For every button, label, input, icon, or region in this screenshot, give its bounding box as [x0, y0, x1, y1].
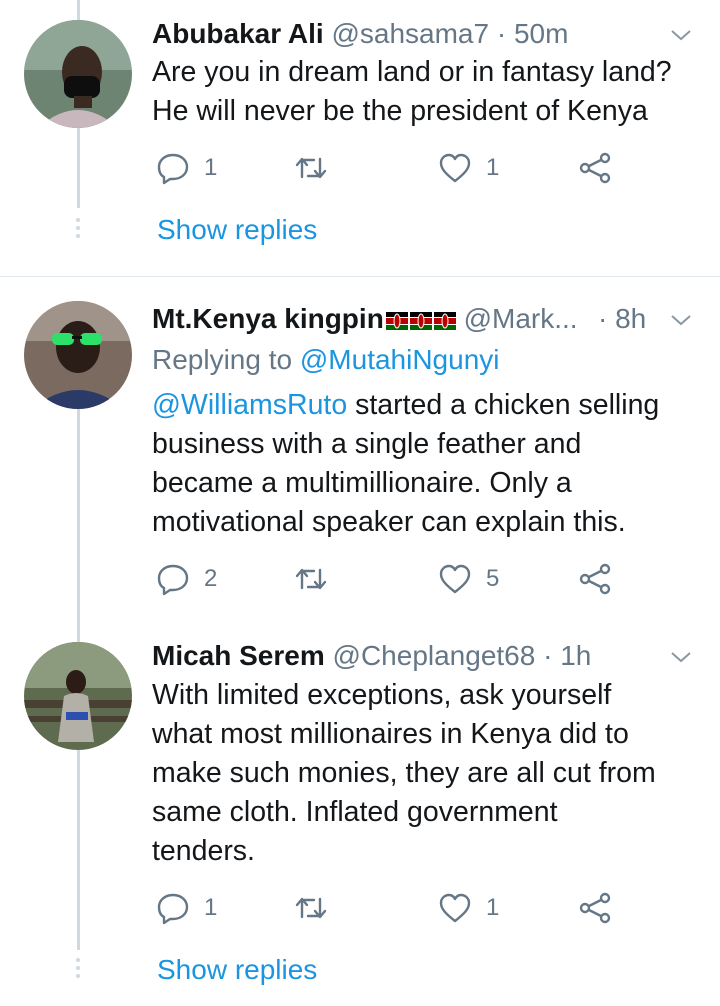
tweet-line: what most millionaires in Kenya did to: [152, 718, 629, 750]
chevron-down-icon[interactable]: [670, 24, 692, 46]
share-button[interactable]: [578, 148, 612, 188]
share-icon: [579, 563, 611, 595]
timestamp[interactable]: · 50m: [497, 18, 569, 49]
reply-button[interactable]: 2: [156, 559, 217, 599]
like-button[interactable]: 1: [438, 148, 499, 188]
reply-count: 1: [204, 154, 218, 181]
chevron-down-icon[interactable]: [670, 309, 692, 331]
share-icon: [579, 152, 611, 184]
tweet-line: tenders.: [152, 835, 255, 867]
tweet-line: He will never be the president of Kenya: [152, 95, 648, 127]
reply-button[interactable]: 1: [156, 148, 217, 188]
heart-icon: [439, 564, 471, 594]
author-handle[interactable]: @sahsama7: [331, 18, 489, 49]
tweet-line: Are you in dream land or in fantasy land…: [152, 56, 672, 88]
reply-count: 1: [204, 894, 218, 921]
share-button[interactable]: [578, 888, 612, 928]
tweet-line: became a multimillionaire. Only a: [152, 467, 572, 499]
kenya-flag-icon: [385, 312, 408, 330]
tweet-line: make such monies, they are all cut from: [152, 757, 656, 789]
reply-button[interactable]: 1: [156, 888, 217, 928]
like-count: 5: [486, 565, 500, 592]
kenya-flag-icon: [409, 312, 432, 330]
author-name[interactable]: Micah Serem: [152, 640, 325, 671]
chevron-down-icon[interactable]: [670, 646, 692, 668]
tweet-text: @WilliamsRuto started a chicken selling …: [152, 386, 702, 542]
thread-line: [77, 750, 80, 950]
mention-link[interactable]: @WilliamsRuto: [152, 389, 347, 421]
share-icon: [579, 892, 611, 924]
tweet-line: @WilliamsRuto started a chicken selling: [152, 386, 702, 425]
tweet-line: With limited exceptions, ask yourself: [152, 679, 612, 711]
thread-dots: [75, 218, 81, 242]
retweet-button[interactable]: [294, 888, 342, 928]
replying-to: Replying to @MutahiNgunyi: [152, 342, 500, 378]
show-replies-link[interactable]: Show replies: [157, 954, 317, 986]
tweet-actions: 1 1: [152, 888, 632, 928]
author-handle[interactable]: @Cheplanget68: [333, 640, 536, 671]
tweet-actions: 1 1: [152, 148, 632, 188]
share-button[interactable]: [578, 559, 612, 599]
heart-icon: [439, 153, 471, 183]
tweet-text: Are you in dream land or in fantasy land…: [152, 53, 702, 131]
thread-line: [77, 128, 80, 208]
author-name[interactable]: Abubakar Ali: [152, 18, 324, 49]
retweet-icon: [295, 568, 327, 590]
tweet-text: With limited exceptions, ask yourself wh…: [152, 676, 702, 871]
like-button[interactable]: 1: [438, 888, 499, 928]
tweet-line: same cloth. Inflated government: [152, 796, 558, 828]
retweet-button[interactable]: [294, 148, 342, 188]
avatar[interactable]: [24, 301, 132, 409]
retweet-icon: [295, 897, 327, 919]
reply-icon: [157, 564, 189, 596]
like-count: 1: [486, 894, 500, 921]
retweet-button[interactable]: [294, 559, 342, 599]
replying-to-label: Replying to: [152, 344, 293, 375]
thread-line: [77, 409, 80, 644]
reply-icon: [157, 153, 189, 185]
tweet-header: Micah Serem @Cheplanget68 · 1h: [152, 638, 591, 674]
tweet-header: Abubakar Ali @sahsama7 · 50m: [152, 16, 568, 52]
tweet-line: motivational speaker can explain this.: [152, 506, 626, 538]
author-handle[interactable]: @Mark...: [464, 303, 578, 334]
replying-to-handle[interactable]: @MutahiNgunyi: [300, 344, 500, 375]
show-replies-link[interactable]: Show replies: [157, 214, 317, 246]
kenya-flag-icon: [433, 312, 456, 330]
avatar[interactable]: [24, 642, 132, 750]
tweet-line: business with a single feather and: [152, 428, 582, 460]
tweet-line-text: started a chicken selling: [347, 389, 660, 421]
avatar[interactable]: [24, 20, 132, 128]
divider: [0, 276, 720, 277]
thread-line: [77, 0, 80, 20]
retweet-icon: [295, 157, 327, 179]
timestamp[interactable]: · 1h: [543, 640, 591, 671]
reply-count: 2: [204, 565, 218, 592]
heart-icon: [439, 893, 471, 923]
like-button[interactable]: 5: [438, 559, 499, 599]
author-name[interactable]: Mt.Kenya kingpin: [152, 303, 384, 334]
tweet-actions: 2 5: [152, 559, 632, 599]
timestamp[interactable]: · 8h: [598, 301, 646, 337]
like-count: 1: [486, 154, 500, 181]
tweet-header: Mt.Kenya kingpin @Mark...: [152, 301, 578, 337]
reply-icon: [157, 893, 189, 925]
thread-dots: [75, 958, 81, 982]
